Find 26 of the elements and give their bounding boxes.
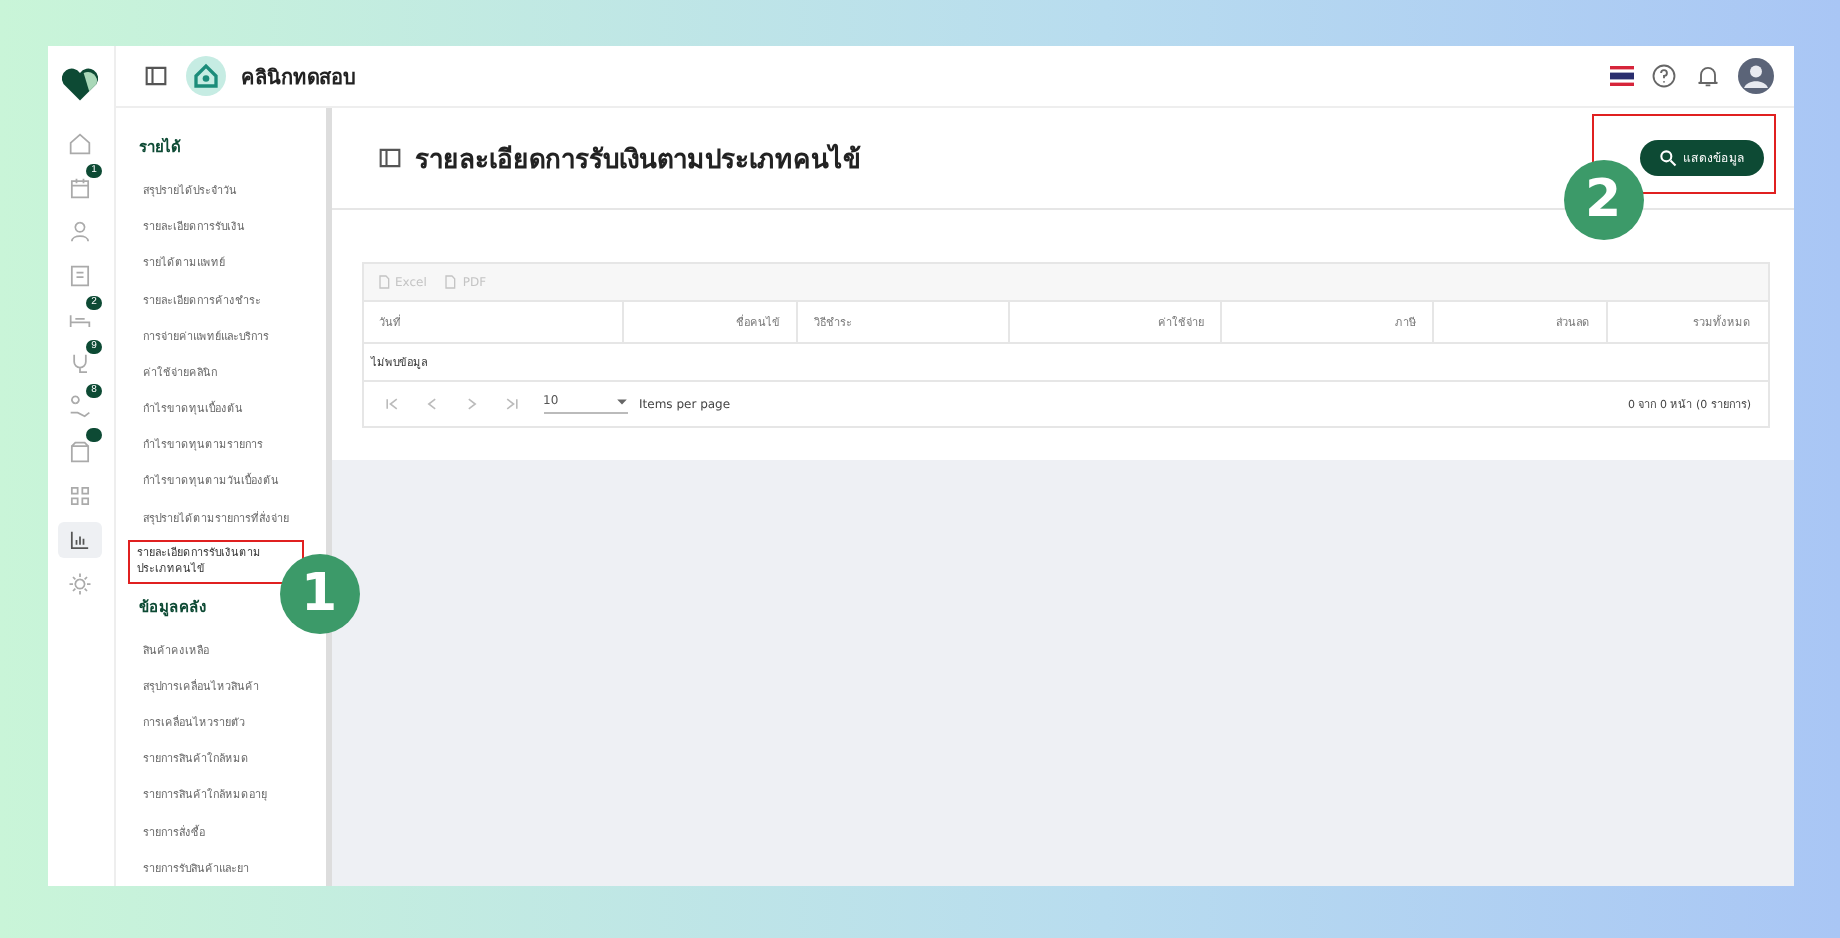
- nav-button[interactable]: [58, 522, 102, 558]
- first-page-icon[interactable]: [383, 396, 399, 412]
- next-page-icon[interactable]: [463, 396, 479, 412]
- caret-icon: [615, 397, 627, 405]
- avatar-icon[interactable]: [1737, 58, 1773, 94]
- box-icon: [66, 438, 94, 466]
- file-icon: [442, 274, 459, 290]
- person-icon: [66, 218, 94, 246]
- grid-icon: [66, 482, 94, 510]
- clinic-house-icon: [185, 56, 225, 96]
- chart-icon: [66, 526, 94, 554]
- document-icon: [66, 262, 94, 290]
- file-icon: [375, 274, 391, 290]
- home-icon: [66, 130, 94, 158]
- step-number-badge: 1: [279, 554, 359, 634]
- panel-icon[interactable]: [375, 144, 403, 172]
- search-icon: [1657, 148, 1677, 168]
- page-title: รายละเอียดการรับเงินตามประเภทคนไข้: [415, 141, 861, 179]
- calendar-icon: [66, 174, 94, 202]
- bell-icon[interactable]: [1693, 62, 1721, 90]
- help-icon[interactable]: [1649, 62, 1677, 90]
- sidebar-toggle-icon[interactable]: [141, 62, 169, 90]
- prev-page-icon[interactable]: [423, 396, 439, 412]
- flag-icon[interactable]: [1609, 66, 1633, 86]
- clinic-name: คลินิกทดสอบ: [241, 65, 355, 91]
- last-page-icon[interactable]: [503, 396, 519, 412]
